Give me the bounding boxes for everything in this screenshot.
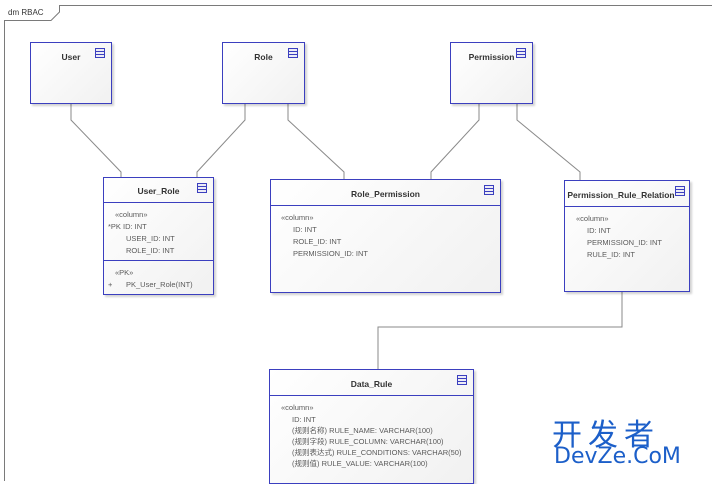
operation-row: PK_User_Role(INT) (126, 280, 193, 289)
stereotype-label: «column» (281, 403, 314, 412)
connector-role-role-permission (287, 104, 345, 179)
title-separator (104, 202, 213, 203)
entity-title: Permission_Rule_Relation (567, 190, 675, 200)
column-row: ID: INT (293, 225, 317, 234)
watermark-bottom-text: DevZe.CoM (554, 444, 681, 469)
connector-rule-relation-data-rule (377, 292, 623, 369)
watermark: 开发者 DevZe.CoM (552, 410, 712, 476)
entity-user-role[interactable]: User_Role «column» *PK ID: INT USER_ID: … (103, 177, 214, 295)
entity-user[interactable]: User (30, 42, 112, 104)
column-row: ROLE_ID: INT (126, 246, 175, 255)
connector-user-user-role (70, 104, 122, 177)
column-row: RULE_ID: INT (587, 250, 635, 259)
class-icon (484, 185, 494, 195)
connector-permission-role-permission (430, 104, 480, 179)
section-separator (104, 260, 213, 261)
column-row: (规则值) RULE_VALUE: VARCHAR(100) (292, 459, 428, 468)
entity-permission-rule-relation[interactable]: Permission_Rule_Relation «column» ID: IN… (564, 180, 690, 292)
column-row: *PK ID: INT (108, 222, 147, 231)
entity-role-permission[interactable]: Role_Permission «column» ID: INT ROLE_ID… (270, 179, 501, 293)
entity-title: Role_Permission (351, 189, 420, 199)
entity-permission[interactable]: Permission (450, 42, 533, 104)
title-separator (270, 395, 473, 396)
column-row: (规则表达式) RULE_CONDITIONS: VARCHAR(50) (292, 448, 462, 457)
column-row: PERMISSION_ID: INT (293, 249, 369, 258)
entity-data-rule[interactable]: Data_Rule «column» ID: INT (规则名称) RULE_N… (269, 369, 474, 484)
stereotype-label: «column» (281, 213, 314, 222)
visibility-marker: + (108, 280, 113, 289)
column-row: PERMISSION_ID: INT (587, 238, 663, 247)
entity-title: Data_Rule (350, 379, 393, 389)
title-separator (565, 206, 689, 207)
class-icon (288, 48, 298, 58)
stereotype-label: «column» (115, 210, 148, 219)
connector-role-user-role (196, 104, 246, 177)
column-row: USER_ID: INT (126, 234, 175, 243)
column-row: (规则名称) RULE_NAME: VARCHAR(100) (292, 426, 433, 435)
class-icon (95, 48, 105, 58)
class-icon (516, 48, 526, 58)
column-row: ROLE_ID: INT (293, 237, 342, 246)
connector-permission-rule-relation (516, 104, 581, 180)
column-row: ID: INT (587, 226, 611, 235)
column-row: (规则字段) RULE_COLUMN: VARCHAR(100) (292, 437, 444, 446)
class-icon (675, 186, 685, 196)
title-separator (271, 205, 500, 206)
class-icon (197, 183, 207, 193)
entity-role[interactable]: Role (222, 42, 305, 104)
stereotype-label: «column» (576, 214, 609, 223)
column-row: ID: INT (292, 415, 316, 424)
stereotype-label: «PK» (115, 268, 134, 277)
class-icon (457, 375, 467, 385)
